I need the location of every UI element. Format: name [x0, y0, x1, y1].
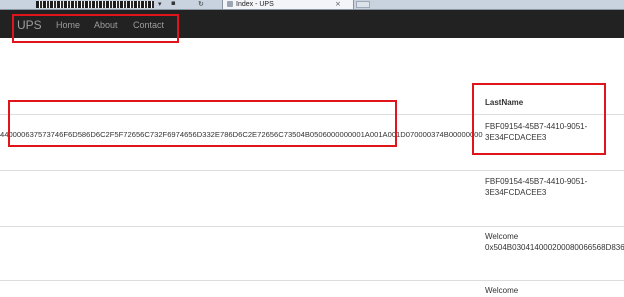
lock-icon: ▪	[171, 0, 176, 7]
row4-lastname-line1: Welcome	[485, 286, 519, 295]
navbar: UPS Home About Contact	[0, 10, 624, 38]
lastname-highlight-box	[472, 83, 606, 155]
lastname-column-header: LastName	[485, 98, 524, 107]
browser-chrome: ▾ ▪ ↻ Index - UPS ×	[0, 0, 624, 10]
row2-divider	[0, 226, 624, 227]
row2-lastname-line2: 3E34FCDACEE3	[485, 188, 547, 197]
tab-close-icon[interactable]: ×	[335, 0, 341, 9]
tab-title: Index - UPS	[236, 1, 274, 8]
dropdown-icon[interactable]: ▾	[158, 1, 165, 8]
row3-divider	[0, 280, 624, 281]
page: ▾ ▪ ↻ Index - UPS × UPS Home About Conta…	[0, 0, 624, 297]
row3-lastname-line2: 0x504B030414000200080066568D836	[485, 243, 624, 252]
row1-hex-value: 440000637573746F6D586D6C2F5F72656C732F69…	[0, 130, 483, 139]
redacted-address-bar	[36, 1, 154, 8]
brand-link[interactable]: UPS	[17, 18, 42, 32]
nav-link-home[interactable]: Home	[56, 20, 80, 30]
page-favicon-icon	[227, 1, 233, 7]
new-tab-button[interactable]	[356, 1, 370, 8]
header-divider	[0, 114, 624, 115]
refresh-icon[interactable]: ↻	[198, 1, 205, 8]
nav-link-about[interactable]: About	[94, 20, 118, 30]
row2-lastname-line1: FBF09154-45B7-4410-9051-	[485, 177, 588, 186]
row1-divider	[0, 170, 624, 171]
browser-tab[interactable]: Index - UPS ×	[222, 0, 354, 9]
nav-link-contact[interactable]: Contact	[133, 20, 164, 30]
row1-lastname-line2: 3E34FCDACEE3	[485, 133, 547, 142]
row1-lastname-line1: FBF09154-45B7-4410-9051-	[485, 122, 588, 131]
row3-lastname-line1: Welcome	[485, 232, 519, 241]
